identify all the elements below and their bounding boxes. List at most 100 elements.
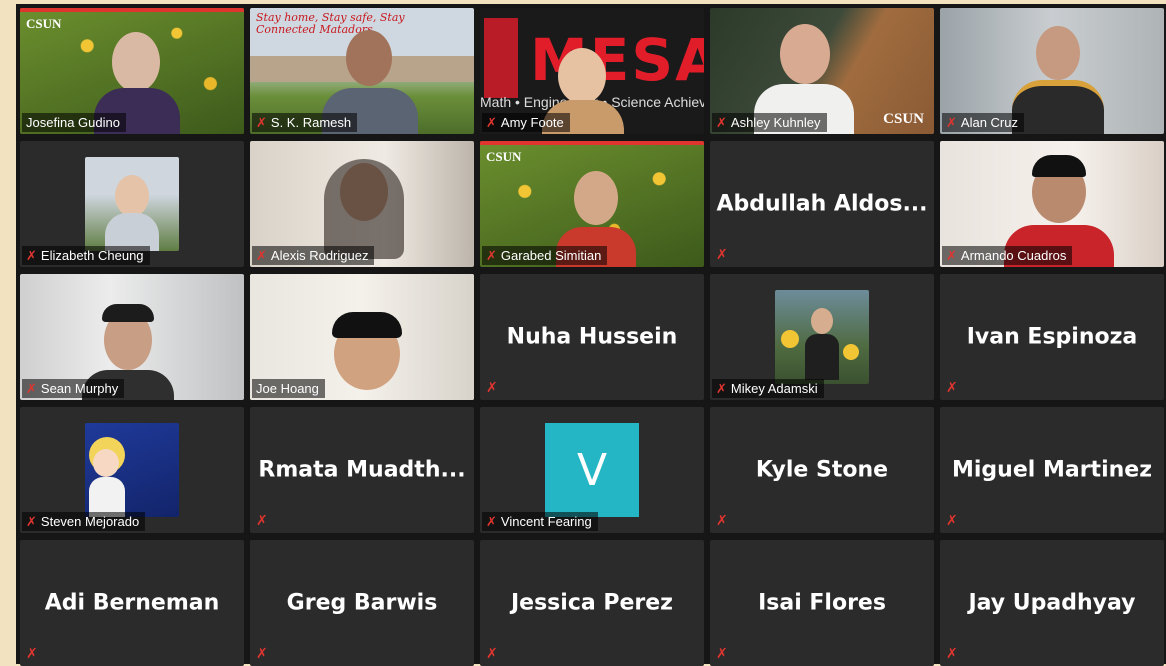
participant-tile[interactable]: Rmata Muadth... ✗: [250, 407, 474, 533]
participant-tile[interactable]: Abdullah Aldos... ✗: [710, 141, 934, 267]
participant-video: [574, 171, 618, 225]
participant-hair: [102, 304, 154, 322]
participant-name: Ivan Espinoza: [966, 324, 1138, 350]
participant-tile[interactable]: Stay home, Stay safe, Stay Connected Mat…: [250, 8, 474, 134]
mic-muted-icon: ✗: [716, 512, 728, 528]
participant-video: [112, 32, 160, 92]
mic-muted-icon: ✗: [26, 381, 37, 396]
participant-initial-avatar: V: [545, 423, 639, 517]
participant-name: Isai Flores: [758, 590, 886, 616]
participant-tile[interactable]: MESA Math • Engineering • Science Achiev…: [480, 8, 704, 134]
participant-face: [811, 308, 833, 334]
participant-tile[interactable]: Adi Berneman ✗: [20, 540, 244, 666]
participant-tile[interactable]: Jessica Perez ✗: [480, 540, 704, 666]
participant-tile[interactable]: CSUN ✗ Ashley Kuhnley: [710, 8, 934, 134]
participant-tile[interactable]: Ivan Espinoza ✗: [940, 274, 1164, 400]
profile-photo: [85, 423, 179, 517]
participant-tile[interactable]: Nuha Hussein ✗: [480, 274, 704, 400]
participant-name-label: ✗ Ashley Kuhnley: [712, 113, 827, 132]
participant-body: [1012, 80, 1104, 134]
participant-tile[interactable]: V ✗ Vincent Fearing: [480, 407, 704, 533]
participant-video: [558, 48, 606, 104]
participant-video: [780, 24, 830, 84]
csun-logo: CSUN: [26, 16, 62, 31]
flower-decoration: [781, 330, 799, 348]
participant-face: [115, 175, 149, 217]
csun-badge: CSUN: [486, 149, 522, 164]
participant-tile[interactable]: ✗ Armando Cuadros: [940, 141, 1164, 267]
participant-tile[interactable]: Kyle Stone ✗: [710, 407, 934, 533]
participant-name-label: Joe Hoang: [252, 379, 325, 398]
participant-name-label: Josefina Gudino: [22, 113, 126, 132]
participant-name: Kyle Stone: [755, 457, 889, 483]
csun-badge: CSUN: [883, 111, 924, 127]
flower-decoration: [843, 344, 859, 360]
mic-muted-icon: ✗: [486, 248, 497, 263]
mic-muted-icon: ✗: [716, 381, 727, 396]
participant-name-label: ✗ Mikey Adamski: [712, 379, 824, 398]
participant-tile[interactable]: ✗ Steven Mejorado: [20, 407, 244, 533]
participant-hair: [332, 312, 402, 338]
participant-name-label: ✗ Vincent Fearing: [482, 512, 598, 531]
mic-muted-icon: ✗: [946, 115, 957, 130]
mic-muted-icon: ✗: [256, 248, 267, 263]
character-face: [93, 449, 119, 477]
banner-stripe: [480, 141, 704, 145]
profile-photo: [775, 290, 869, 384]
mesa-banner: MESA: [530, 26, 704, 94]
participant-tile[interactable]: Isai Flores ✗: [710, 540, 934, 666]
mic-muted-icon: ✗: [716, 246, 728, 262]
participant-tile[interactable]: CSUN ✗ Garabed Simitian: [480, 141, 704, 267]
mic-muted-icon: ✗: [946, 248, 957, 263]
mic-muted-icon: ✗: [486, 115, 497, 130]
participant-tile[interactable]: Miguel Martinez ✗: [940, 407, 1164, 533]
participant-tile[interactable]: CSUN Josefina Gudino: [20, 8, 244, 134]
participant-tile[interactable]: ✗ Alexis Rodriguez: [250, 141, 474, 267]
participant-cap: [1032, 155, 1086, 177]
mic-muted-icon: ✗: [26, 645, 38, 661]
participant-name-label: ✗ Alexis Rodriguez: [252, 246, 375, 265]
mic-muted-icon: ✗: [946, 512, 958, 528]
participant-name-label: ✗ Garabed Simitian: [482, 246, 608, 265]
participant-name-label: ✗ S. K. Ramesh: [252, 113, 358, 132]
gallery-view: CSUN Josefina Gudino Stay home, Stay saf…: [16, 4, 1166, 666]
participant-tile[interactable]: Greg Barwis ✗: [250, 540, 474, 666]
participant-name: Jessica Perez: [510, 590, 673, 616]
mic-muted-icon: ✗: [716, 115, 727, 130]
mic-muted-icon: ✗: [256, 645, 268, 661]
mic-muted-icon: ✗: [26, 248, 37, 263]
participant-tile[interactable]: Jay Upadhyay ✗: [940, 540, 1164, 666]
participant-name: Miguel Martinez: [952, 457, 1152, 483]
profile-photo: [85, 157, 179, 251]
participant-name-label: ✗ Elizabeth Cheung: [22, 246, 150, 265]
active-speaker-tile[interactable]: Joe Hoang: [250, 274, 474, 400]
participant-tile[interactable]: ✗ Alan Cruz: [940, 8, 1164, 134]
participant-tile[interactable]: ✗ Elizabeth Cheung: [20, 141, 244, 267]
participant-tile[interactable]: ✗ Mikey Adamski: [710, 274, 934, 400]
character-body: [89, 477, 125, 517]
mic-muted-icon: ✗: [486, 645, 498, 661]
participant-name-label: ✗ Sean Murphy: [22, 379, 125, 398]
participant-name-label: ✗ Alan Cruz: [942, 113, 1024, 132]
mic-muted-icon: ✗: [486, 379, 498, 395]
participant-body: [805, 334, 839, 380]
participant-name-label: ✗ Armando Cuadros: [942, 246, 1073, 265]
participant-name: Nuha Hussein: [506, 324, 678, 350]
participant-name: Adi Berneman: [44, 590, 220, 616]
banner-stripe: [20, 8, 244, 12]
mic-muted-icon: ✗: [486, 514, 497, 529]
participant-hair: [324, 159, 404, 259]
mic-muted-icon: ✗: [946, 645, 958, 661]
mic-muted-icon: ✗: [26, 514, 37, 529]
banner-text: Stay home, Stay safe, Stay Connected Mat…: [256, 11, 405, 36]
participant-name: Rmata Muadth...: [258, 457, 466, 483]
mesa-logo-mark: [484, 18, 518, 98]
participant-name: Abdullah Aldos...: [716, 191, 928, 217]
mic-muted-icon: ✗: [946, 379, 958, 395]
mic-muted-icon: ✗: [256, 115, 267, 130]
participant-video: [1036, 26, 1080, 80]
participant-tile[interactable]: ✗ Sean Murphy: [20, 274, 244, 400]
mic-muted-icon: ✗: [716, 645, 728, 661]
participant-video: [346, 30, 392, 86]
participant-name: Jay Upadhyay: [968, 590, 1136, 616]
